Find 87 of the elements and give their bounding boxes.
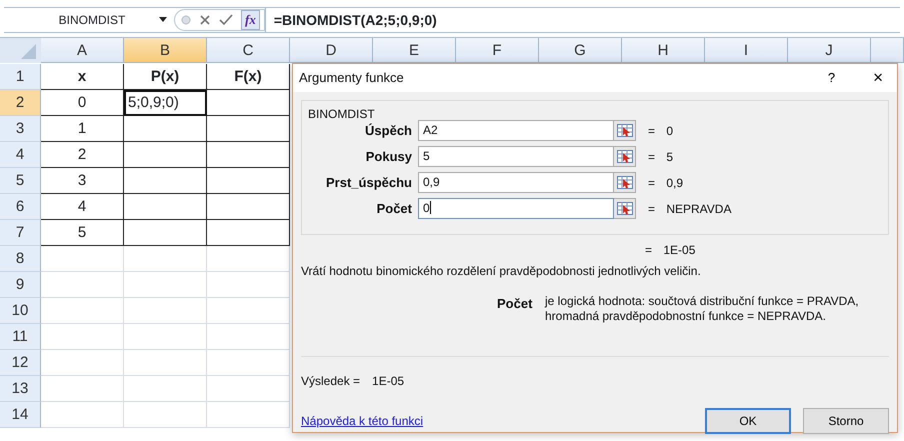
help-link[interactable]: Nápověda k této funkci: [301, 414, 424, 428]
table-cell[interactable]: [124, 168, 207, 194]
column-header[interactable]: F: [456, 38, 539, 63]
column-header[interactable]: H: [622, 38, 705, 63]
row-header[interactable]: 7: [0, 220, 41, 246]
cell-picker-icon: [616, 150, 632, 163]
argument-result: = NEPRAVDA: [648, 200, 732, 218]
input-field[interactable]: 5: [418, 146, 614, 167]
table-cell[interactable]: [207, 220, 290, 246]
table-cell[interactable]: [207, 168, 290, 194]
insert-function-button[interactable]: fx: [241, 10, 260, 30]
dialog-title: Argumenty funkce: [299, 69, 405, 88]
range-picker-button[interactable]: [614, 120, 636, 141]
formula-text[interactable]: =BINOMDIST(A2;5;0,9;0): [264, 8, 900, 32]
argument-label: Pokusy: [364, 148, 413, 166]
result-label: Výsledek =: [301, 373, 360, 390]
dialog-button[interactable]: Storno: [803, 408, 889, 434]
cell-picker-icon: [616, 124, 632, 137]
row-header[interactable]: 3: [0, 116, 41, 142]
table-cell[interactable]: [124, 220, 207, 246]
dropdown-icon[interactable]: [158, 16, 168, 24]
circle-icon: [181, 14, 191, 24]
formula-result: = 1E-05: [645, 242, 696, 259]
check-icon[interactable]: [219, 14, 233, 26]
row-header[interactable]: 9: [0, 272, 41, 298]
column-header[interactable]: C: [207, 38, 290, 63]
table-cell[interactable]: [124, 116, 207, 142]
column-header[interactable]: A: [41, 38, 124, 63]
row-header[interactable]: 6: [0, 194, 41, 220]
argument-name: Počet: [497, 295, 534, 313]
column-header[interactable]: D: [290, 38, 373, 63]
select-all-corner[interactable]: [0, 38, 41, 63]
group-label: BINOMDIST: [308, 106, 375, 123]
row-header[interactable]: 2: [0, 90, 41, 116]
range-picker-button[interactable]: [614, 146, 636, 167]
table-cell[interactable]: x: [41, 64, 124, 90]
name-box[interactable]: BINOMDIST: [4, 10, 150, 28]
row-header[interactable]: 1: [0, 64, 41, 90]
table-cell[interactable]: F(x): [207, 64, 290, 90]
table-cell[interactable]: 2: [41, 142, 124, 168]
table-cell[interactable]: [207, 90, 290, 116]
column-header[interactable]: [871, 38, 904, 63]
row-header[interactable]: 11: [0, 324, 41, 350]
column-header[interactable]: B: [124, 38, 207, 63]
close-button[interactable]: ×: [873, 70, 883, 86]
row-header[interactable]: 4: [0, 142, 41, 168]
row-header[interactable]: 12: [0, 350, 41, 376]
argument-result: = 5: [648, 148, 674, 166]
range-picker-button[interactable]: [614, 198, 636, 219]
argument-label: Počet: [376, 200, 413, 218]
function-description: Vrátí hodnotu binomického rozdělení pravděpodobnosti jednotlivých veličin.: [301, 263, 702, 280]
argument-result: = 0,9: [648, 174, 684, 192]
table-cell[interactable]: [207, 116, 290, 142]
row-header[interactable]: 5: [0, 168, 41, 194]
table-cell[interactable]: [207, 194, 290, 220]
argument-label: Úspěch: [364, 122, 413, 140]
result-value: 1E-05: [372, 373, 404, 390]
table-cell[interactable]: [124, 194, 207, 220]
input-field[interactable]: 0: [418, 198, 614, 219]
row-header[interactable]: 14: [0, 402, 41, 428]
input-field[interactable]: 0,9: [418, 172, 614, 193]
column-header[interactable]: E: [373, 38, 456, 63]
table-cell[interactable]: 5;0,9;0): [124, 90, 207, 116]
table-cell[interactable]: 4: [41, 194, 124, 220]
help-button[interactable]: ?: [828, 70, 836, 86]
cell-picker-icon: [616, 202, 632, 215]
table-cell[interactable]: 3: [41, 168, 124, 194]
table-cell[interactable]: 0: [41, 90, 124, 116]
table-cell[interactable]: [207, 142, 290, 168]
table-cell[interactable]: 5: [41, 220, 124, 246]
dialog-button[interactable]: OK: [705, 408, 791, 434]
range-picker-button[interactable]: [614, 172, 636, 193]
input-field[interactable]: A2: [418, 120, 614, 141]
table-cell[interactable]: 1: [41, 116, 124, 142]
argument-label: Prst_úspěchu: [325, 174, 413, 192]
table-cell[interactable]: [124, 142, 207, 168]
argument-description: je logická hodnota: součtová distribuční funkce = PRAVDA, hromadná pravděpodobnostní funkce = NEPRAVDA.: [545, 294, 859, 324]
argument-result: = 0: [648, 122, 674, 140]
column-header[interactable]: I: [705, 38, 788, 63]
table-cell[interactable]: P(x): [124, 64, 207, 90]
column-header[interactable]: G: [539, 38, 622, 63]
column-header[interactable]: J: [788, 38, 871, 63]
row-header[interactable]: 8: [0, 246, 41, 272]
row-header[interactable]: 10: [0, 298, 41, 324]
row-header[interactable]: 13: [0, 376, 41, 402]
cell-picker-icon: [616, 176, 632, 189]
cancel-icon[interactable]: [199, 14, 211, 26]
